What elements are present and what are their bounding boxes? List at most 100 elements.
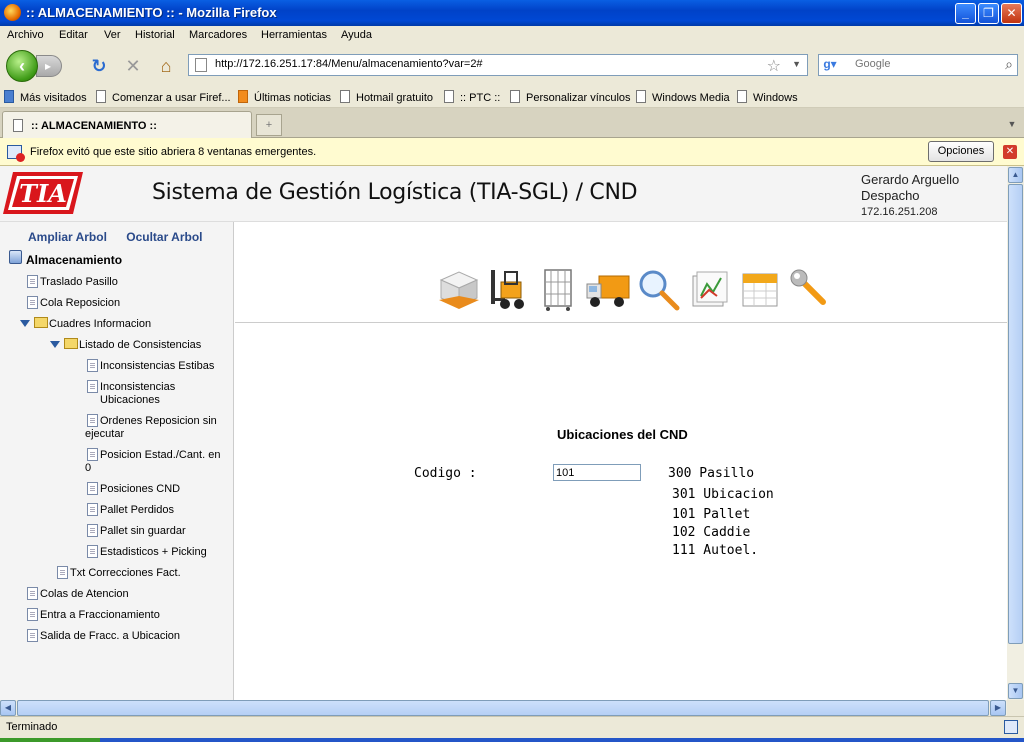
search-icon[interactable]: ⌕ [1005,56,1013,73]
tab-list-dropdown-icon[interactable]: ▼ [1004,114,1020,134]
page-icon [13,119,23,132]
address-bar[interactable]: ☆ ▼ [188,54,808,76]
tab-strip: :: ALMACENAMIENTO :: + ▼ [0,108,1024,138]
menu-archivo[interactable]: Archivo [7,29,44,41]
popup-blocked-icon [7,145,25,162]
popup-blocked-status-icon[interactable] [1004,720,1018,734]
sidebar-tree: Ampliar Arbol Ocultar Arbol Almacenamien… [0,222,234,700]
bookmark-comenzar[interactable]: Comenzar a usar Firef... [96,90,231,104]
expand-arrow-icon[interactable] [20,320,30,327]
document-icon [27,296,38,309]
bookmark-windows-media[interactable]: Windows Media [636,90,730,104]
chart-folder-icon[interactable] [687,266,733,312]
search-bar[interactable]: g▾ ⌕ [818,54,1018,76]
status-text: Terminado [6,721,58,733]
document-icon [87,482,98,495]
forklift-icon[interactable] [485,266,531,312]
restore-button[interactable]: ❐ [978,3,999,24]
close-notification-icon[interactable]: ✕ [1003,145,1017,159]
search-input[interactable] [855,58,995,70]
back-button[interactable]: ‹ [6,50,38,82]
legend-item: 111 Autoel. [672,543,759,558]
scroll-left-icon[interactable]: ◀ [0,700,16,716]
codigo-input[interactable] [553,464,641,481]
tree-item-inconsistencias-ubicaciones[interactable]: Inconsistencias Ubicaciones [85,380,175,407]
google-icon[interactable]: g▾ [821,57,839,73]
legend-item: 300 Pasillo [668,466,755,481]
ampliar-arbol-link[interactable]: Ampliar Arbol [28,230,107,244]
scroll-right-icon[interactable]: ▶ [990,700,1006,716]
menu-bar: Archivo Editar Ver Historial Marcadores … [0,26,1024,46]
bookmark-star-icon[interactable]: ☆ [767,56,781,76]
status-bar: Terminado [0,716,1024,738]
tree-item-entra-fraccionamiento[interactable]: Entra a Fraccionamiento [27,608,160,622]
tree-item-salida-fracc[interactable]: Salida de Fracc. a Ubicacion [27,629,180,643]
truck-icon[interactable] [585,266,631,312]
magnifier-icon[interactable] [635,266,681,312]
tree-item-inconsistencias-estibas[interactable]: Inconsistencias Estibas [87,359,225,373]
tree-item-colas-atencion[interactable]: Colas de Atencion [27,587,129,601]
url-input[interactable] [215,58,775,70]
tree-item-traslado-pasillo[interactable]: Traslado Pasillo [27,275,118,289]
bookmark-ptc[interactable]: :: PTC :: [444,90,500,104]
user-info: Gerardo Arguello Despacho 172.16.251.208 [861,172,959,220]
menu-marcadores[interactable]: Marcadores [189,29,247,41]
tree-item-txt-correcciones[interactable]: Txt Correcciones Fact. [57,566,181,580]
taskbar-edge [0,738,1024,742]
menu-editar[interactable]: Editar [59,29,88,41]
legend-item: 102 Caddie [672,525,751,540]
forward-button[interactable]: ▸ [36,55,62,77]
menu-ver[interactable]: Ver [104,29,121,41]
bookmark-icon [444,90,454,103]
tree-folder-listado[interactable]: Listado de Consistencias [50,338,201,352]
expand-arrow-icon[interactable] [50,341,60,348]
window-title: :: ALMACENAMIENTO :: - Mozilla Firefox [26,5,277,20]
horizontal-scrollbar[interactable]: ◀ ▶ [0,700,1007,716]
options-button[interactable]: Opciones [928,141,994,162]
url-dropdown-icon[interactable]: ▼ [792,59,801,69]
legend-item: 101 Pallet [672,507,751,522]
home-icon[interactable]: ⌂ [155,55,177,77]
menu-ayuda[interactable]: Ayuda [341,29,372,41]
tree-root-almacenamiento[interactable]: Almacenamiento [9,250,122,267]
bookmark-ultimas-noticias[interactable]: Últimas noticias [238,90,331,104]
scroll-thumb[interactable] [1008,184,1023,644]
bookmark-personalizar[interactable]: Personalizar vínculos [510,90,631,104]
stop-icon[interactable]: ✕ [122,55,144,77]
ocultar-arbol-link[interactable]: Ocultar Arbol [126,230,202,244]
bookmark-windows[interactable]: Windows [737,90,798,104]
bookmark-mas-visitados[interactable]: Más visitados [4,90,87,104]
tab-label: :: ALMACENAMIENTO :: [31,120,157,132]
cage-cart-icon[interactable] [535,266,581,312]
minimize-button[interactable]: _ [955,3,976,24]
tree-item-pallet-perdidos[interactable]: Pallet Perdidos [87,503,174,517]
new-tab-button[interactable]: + [256,114,282,136]
tree-item-ordenes-reposicion[interactable]: Ordenes Reposicion sin ejecutar [85,414,225,441]
pallet-icon[interactable] [435,266,481,312]
scroll-up-icon[interactable]: ▲ [1008,167,1023,183]
tree-item-posicion-estad[interactable]: Posicion Estad./Cant. en 0 [85,448,225,475]
computer-icon [9,250,22,264]
tree-item-estadisticos-picking[interactable]: Estadisticos + Picking [87,545,207,559]
tree-folder-cuadres[interactable]: Cuadres Informacion [20,317,151,331]
scroll-thumb[interactable] [17,700,989,716]
menu-herramientas[interactable]: Herramientas [261,29,327,41]
close-button[interactable]: ✕ [1001,3,1022,24]
bookmark-hotmail[interactable]: Hotmail gratuito [340,90,433,104]
navigation-toolbar: ▸ ‹ ↻ ✕ ⌂ ☆ ▼ g▾ ⌕ [0,46,1024,86]
document-icon [27,608,38,621]
tree-item-pallet-sin-guardar[interactable]: Pallet sin guardar [87,524,186,538]
app-header: TIA Sistema de Gestión Logística (TIA-SG… [0,166,1007,222]
tree-item-posiciones-cnd[interactable]: Posiciones CND [87,482,180,496]
menu-historial[interactable]: Historial [135,29,175,41]
reload-icon[interactable]: ↻ [88,55,110,77]
tab-almacenamiento[interactable]: :: ALMACENAMIENTO :: [2,111,252,138]
window-titlebar: :: ALMACENAMIENTO :: - Mozilla Firefox _… [0,0,1024,26]
legend-item: 301 Ubicacion [672,487,774,502]
tree-item-cola-reposicion[interactable]: Cola Reposicion [27,296,120,310]
svg-text:TIA: TIA [19,179,67,208]
calendar-icon[interactable] [737,266,783,312]
vertical-scrollbar[interactable]: ▲ ▼ [1007,166,1024,700]
wrench-icon[interactable] [787,266,833,312]
scroll-down-icon[interactable]: ▼ [1008,683,1023,699]
